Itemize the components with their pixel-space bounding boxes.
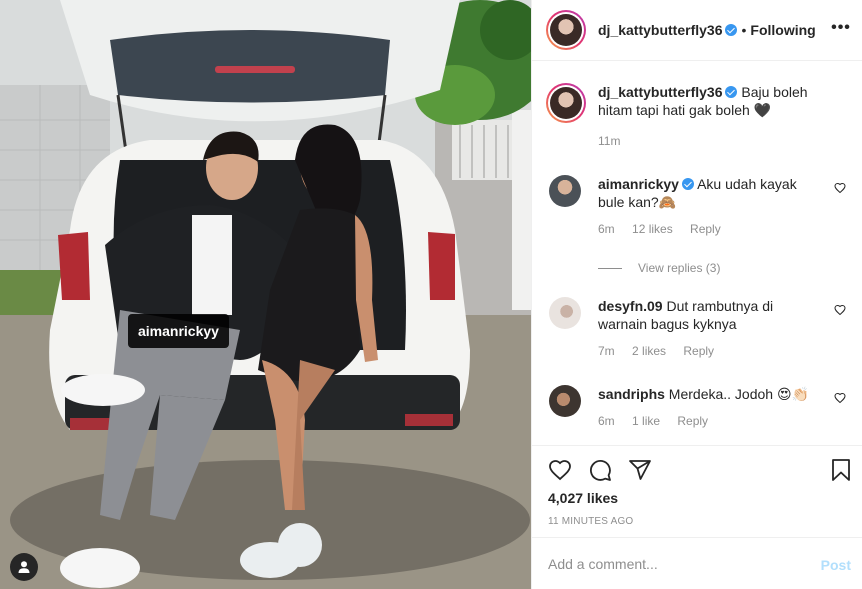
post-caption: dj_kattybutterfly36 Baju boleh hitam tap… xyxy=(546,83,846,150)
comment-time[interactable]: 6m xyxy=(598,414,615,428)
post-timestamp[interactable]: 11 MINUTES AGO xyxy=(548,516,633,527)
commenter-username[interactable]: aimanrickyy xyxy=(598,176,679,192)
comment-item: desyfn.09 Dut rambutnya di warnain bagus… xyxy=(549,297,849,360)
post-photo[interactable]: aimanrickyy xyxy=(0,0,531,589)
like-comment-heart-icon[interactable] xyxy=(834,304,846,316)
add-comment-input[interactable] xyxy=(548,552,798,576)
verified-badge-icon xyxy=(681,178,694,190)
post-details-panel: dj_kattybutterfly36 • Following ••• dj_k… xyxy=(531,0,862,589)
reply-button[interactable]: Reply xyxy=(683,344,714,358)
comment-likes[interactable]: 2 likes xyxy=(632,344,666,358)
user-tag-label[interactable]: aimanrickyy xyxy=(128,314,229,348)
comments-list[interactable]: dj_kattybutterfly36 Baju boleh hitam tap… xyxy=(532,61,862,445)
like-comment-heart-icon[interactable] xyxy=(834,392,846,404)
comment-item: sandriphs Merdeka.. Jodoh 😍👏🏻 6m 1 like … xyxy=(549,385,849,430)
separator-dot: • xyxy=(741,22,747,38)
post-actions: 4,027 likes 11 MINUTES AGO xyxy=(532,445,862,537)
likes-count[interactable]: 4,027 likes xyxy=(548,490,618,506)
save-bookmark-icon[interactable] xyxy=(829,458,853,482)
following-button[interactable]: Following xyxy=(750,22,815,38)
comment-item: aimanrickyy Aku udah kayak bule kan?🙈 6m… xyxy=(549,175,849,238)
like-heart-icon[interactable] xyxy=(548,458,572,482)
like-comment-heart-icon[interactable] xyxy=(834,182,846,194)
more-options-icon[interactable]: ••• xyxy=(831,18,851,38)
commenter-avatar[interactable] xyxy=(549,175,581,207)
tagged-users-button[interactable] xyxy=(10,553,38,581)
replies-divider xyxy=(598,267,622,269)
comment-composer: Post xyxy=(532,537,862,589)
comment-text: Merdeka.. Jodoh 😍👏🏻 xyxy=(668,386,809,402)
caption-avatar[interactable] xyxy=(546,83,586,123)
post-image xyxy=(0,0,531,589)
post-comment-button[interactable]: Post xyxy=(821,557,851,573)
author-avatar[interactable] xyxy=(546,10,586,50)
post-header: dj_kattybutterfly36 • Following ••• xyxy=(532,0,862,61)
caption-username[interactable]: dj_kattybutterfly36 xyxy=(598,84,722,100)
caption-time[interactable]: 11m xyxy=(598,132,843,150)
verified-badge-icon xyxy=(725,86,738,98)
reply-button[interactable]: Reply xyxy=(677,414,708,428)
commenter-username[interactable]: desyfn.09 xyxy=(598,298,663,314)
comment-likes[interactable]: 12 likes xyxy=(632,222,673,236)
comment-likes[interactable]: 1 like xyxy=(632,414,660,428)
person-icon xyxy=(18,561,30,573)
comment-bubble-icon[interactable] xyxy=(588,458,612,482)
comment-time[interactable]: 7m xyxy=(598,344,615,358)
comment-time[interactable]: 6m xyxy=(598,222,615,236)
share-paper-plane-icon[interactable] xyxy=(628,458,652,482)
view-replies-button[interactable]: View replies (3) xyxy=(598,261,720,275)
commenter-username[interactable]: sandriphs xyxy=(598,386,665,402)
verified-badge-icon xyxy=(725,24,738,36)
reply-button[interactable]: Reply xyxy=(690,222,721,236)
author-username[interactable]: dj_kattybutterfly36 xyxy=(598,22,722,38)
commenter-avatar[interactable] xyxy=(549,385,581,417)
view-replies-label[interactable]: View replies (3) xyxy=(638,261,720,275)
commenter-avatar[interactable] xyxy=(549,297,581,329)
